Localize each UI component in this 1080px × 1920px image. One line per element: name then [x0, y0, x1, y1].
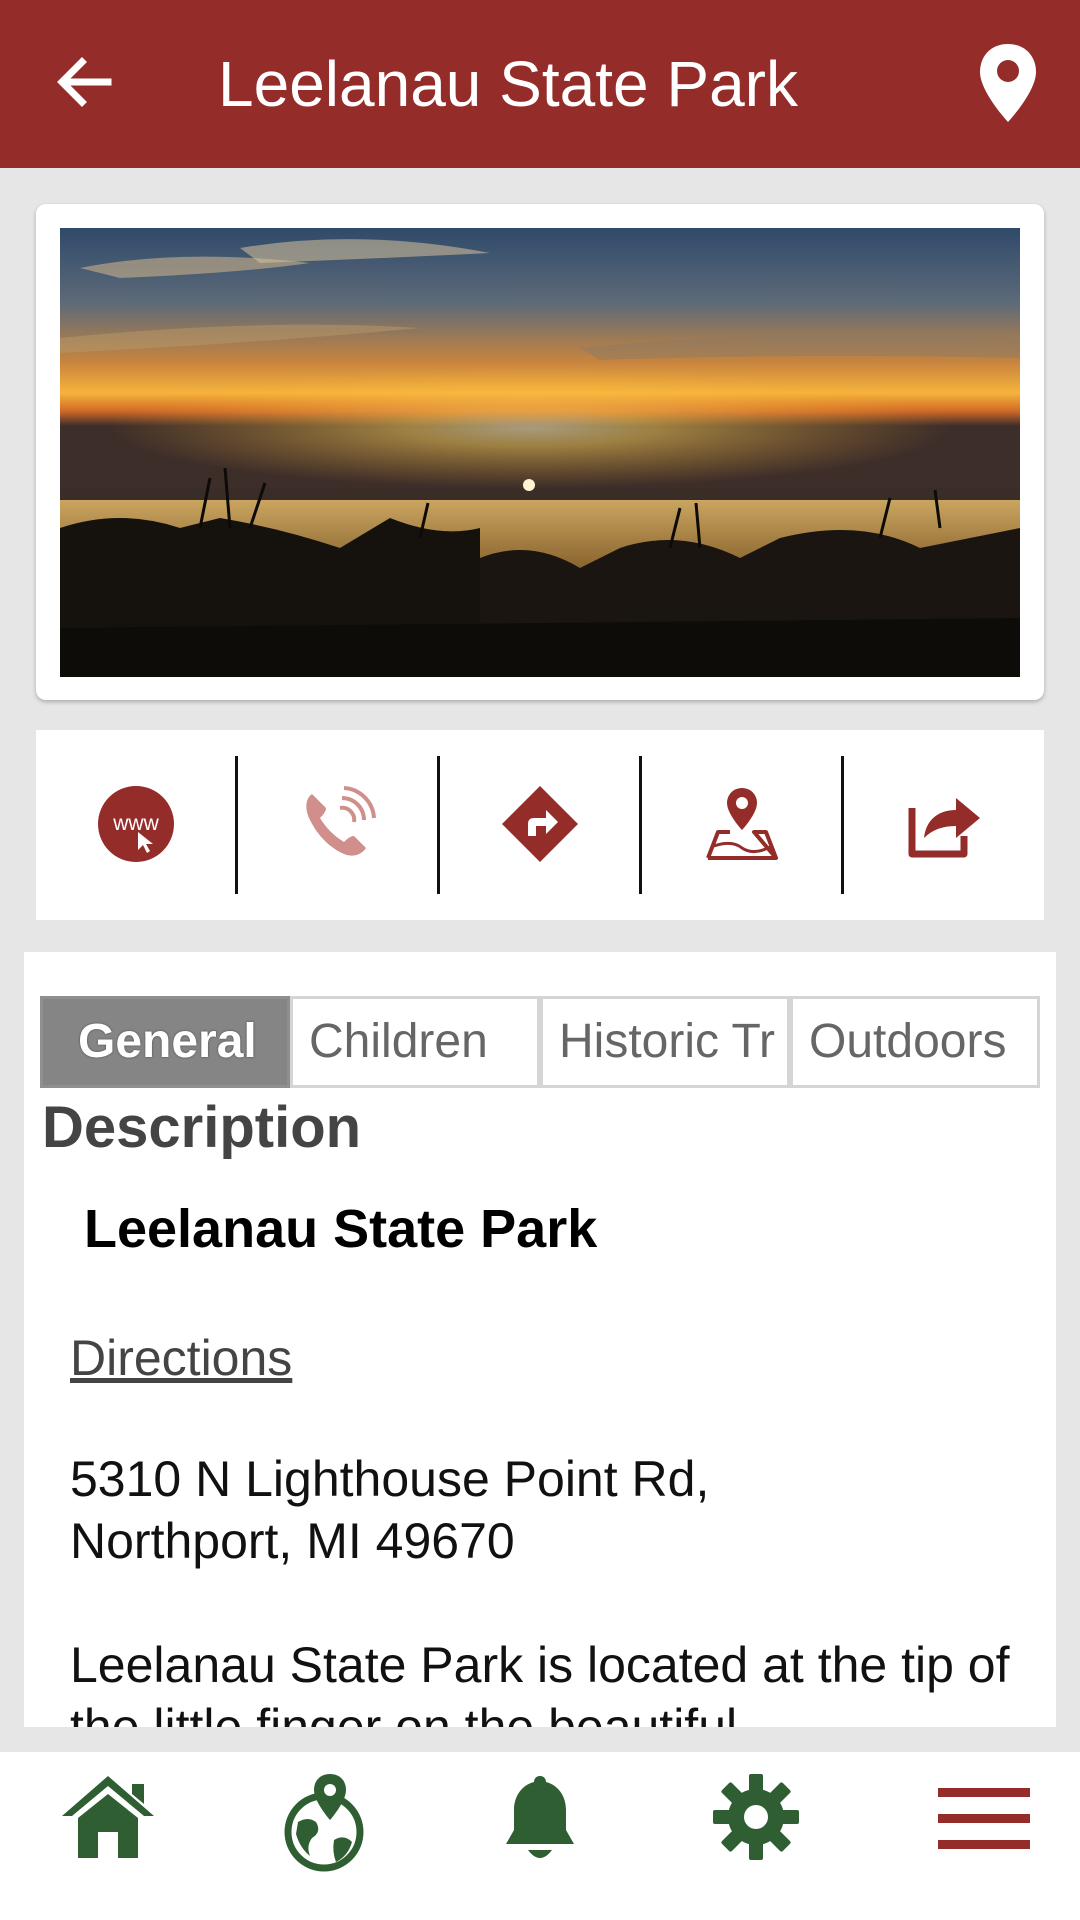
- website-button[interactable]: www: [36, 730, 237, 920]
- phone-button[interactable]: [238, 730, 439, 920]
- home-icon: [62, 1776, 154, 1858]
- bottom-nav: [0, 1752, 1080, 1920]
- map-button[interactable]: [642, 730, 843, 920]
- app-bar: Leelanau State Park: [0, 0, 1080, 168]
- tab-bar: General Children Historic Tr Outdoors: [40, 996, 1040, 1088]
- description-heading: Description: [42, 1095, 362, 1160]
- page-title: Leelanau State Park: [218, 48, 798, 120]
- website-www-icon: www: [98, 786, 174, 862]
- phone-call-icon: [306, 786, 376, 856]
- address-line-2: Northport, MI 49670: [70, 1513, 515, 1569]
- tab-general[interactable]: General: [40, 996, 290, 1088]
- park-photo: [60, 228, 1020, 677]
- tab-outdoors[interactable]: Outdoors: [790, 996, 1040, 1088]
- map-pin-icon[interactable]: [976, 42, 1040, 126]
- address-line-1: 5310 N Lighthouse Point Rd,: [70, 1451, 710, 1507]
- back-arrow-icon[interactable]: [52, 50, 116, 114]
- hamburger-menu-icon: [938, 1788, 1030, 1849]
- tab-historic-trails[interactable]: Historic Tr: [540, 996, 790, 1088]
- nav-menu[interactable]: [888, 1752, 1080, 1920]
- description-paragraph: Leelanau State Park is located at the ti…: [70, 1637, 1010, 1727]
- share-icon: [908, 798, 980, 858]
- svg-text:www: www: [112, 812, 159, 835]
- nav-settings[interactable]: [648, 1752, 864, 1920]
- nav-home[interactable]: [0, 1752, 216, 1920]
- park-name: Leelanau State Park: [84, 1199, 598, 1259]
- directions-button[interactable]: [440, 730, 641, 920]
- address: 5310 N Lighthouse Point Rd, Northport, M…: [70, 1448, 709, 1572]
- gear-icon: [713, 1774, 799, 1860]
- content-panel: General Children Historic Tr Outdoors De…: [24, 952, 1056, 1727]
- directions-icon: [502, 786, 578, 862]
- bell-icon: [506, 1776, 574, 1858]
- nav-notifications[interactable]: [432, 1752, 648, 1920]
- map-location-icon: [706, 788, 778, 860]
- nav-explore[interactable]: [216, 1752, 432, 1920]
- share-button[interactable]: [844, 730, 1045, 920]
- directions-link[interactable]: Directions: [70, 1326, 292, 1390]
- tab-children[interactable]: Children: [290, 996, 540, 1088]
- globe-location-icon: [284, 1774, 364, 1872]
- photo-card: [36, 204, 1044, 700]
- action-bar: www: [36, 730, 1044, 920]
